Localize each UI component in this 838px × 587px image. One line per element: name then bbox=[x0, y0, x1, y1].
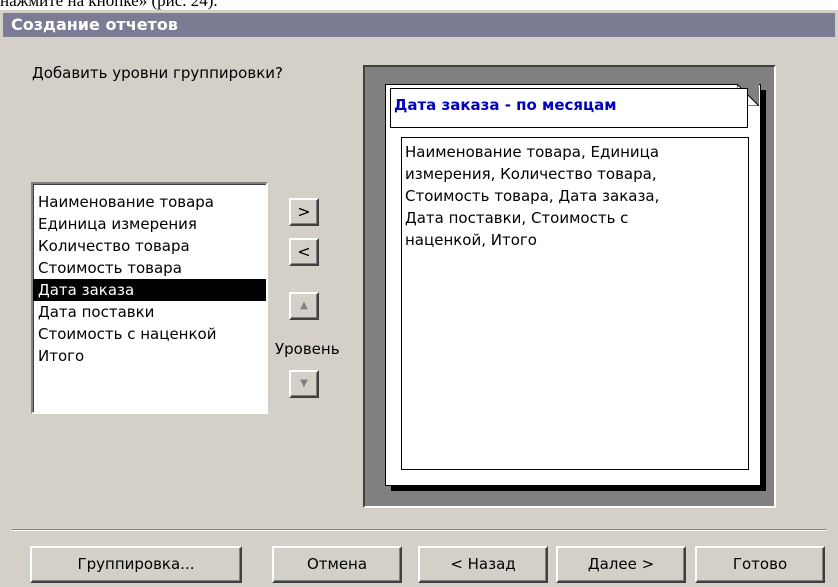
detail-line: наценкой, Итого bbox=[405, 231, 537, 249]
detail-line: измерения, Количество товара, bbox=[405, 165, 657, 183]
list-item[interactable]: Стоимость с наценкой bbox=[33, 323, 266, 345]
remove-grouping-button[interactable]: < bbox=[289, 238, 319, 266]
cancel-button[interactable]: Отмена bbox=[272, 546, 402, 583]
grouping-prompt: Добавить уровни группировки? bbox=[32, 64, 283, 82]
level-up-icon[interactable]: ▲ bbox=[289, 292, 319, 320]
list-item[interactable]: Итого bbox=[33, 345, 266, 367]
detail-line: Дата поставки, Стоимость с bbox=[405, 209, 629, 227]
list-item[interactable]: Количество товара bbox=[33, 235, 266, 257]
list-item[interactable]: Стоимость товара bbox=[33, 257, 266, 279]
next-button[interactable]: Далее > bbox=[556, 546, 686, 583]
window-title: Создание отчетов bbox=[3, 13, 835, 37]
list-item[interactable]: Единица измерения bbox=[33, 213, 266, 235]
group-header-text: Дата заказа - по месяцам bbox=[394, 96, 617, 114]
report-wizard-dialog: Создание отчетов Добавить уровни группир… bbox=[0, 10, 838, 587]
detail-line: Наименование товара, Единица bbox=[405, 143, 660, 161]
footer-separator bbox=[12, 529, 826, 531]
grouping-options-button[interactable]: Группировка... bbox=[30, 546, 242, 583]
add-grouping-button[interactable]: > bbox=[289, 198, 319, 226]
finish-button[interactable]: Готово bbox=[695, 546, 825, 583]
preview-group-header: Дата заказа - по месяцам bbox=[390, 88, 748, 128]
level-label: Уровень bbox=[275, 340, 340, 358]
level-down-icon[interactable]: ▼ bbox=[289, 370, 319, 398]
list-item[interactable]: Дата поставки bbox=[33, 301, 266, 323]
preview-detail-section: Наименование товара, Единица измерения, … bbox=[401, 137, 749, 470]
list-item[interactable]: Наименование товара bbox=[33, 191, 266, 213]
list-item-selected[interactable]: Дата заказа bbox=[33, 279, 266, 301]
detail-line: Стоимость товара, Дата заказа, bbox=[405, 187, 660, 205]
available-fields-list[interactable]: Наименование товара Единица измерения Ко… bbox=[31, 182, 268, 414]
back-button[interactable]: < Назад bbox=[418, 546, 548, 583]
